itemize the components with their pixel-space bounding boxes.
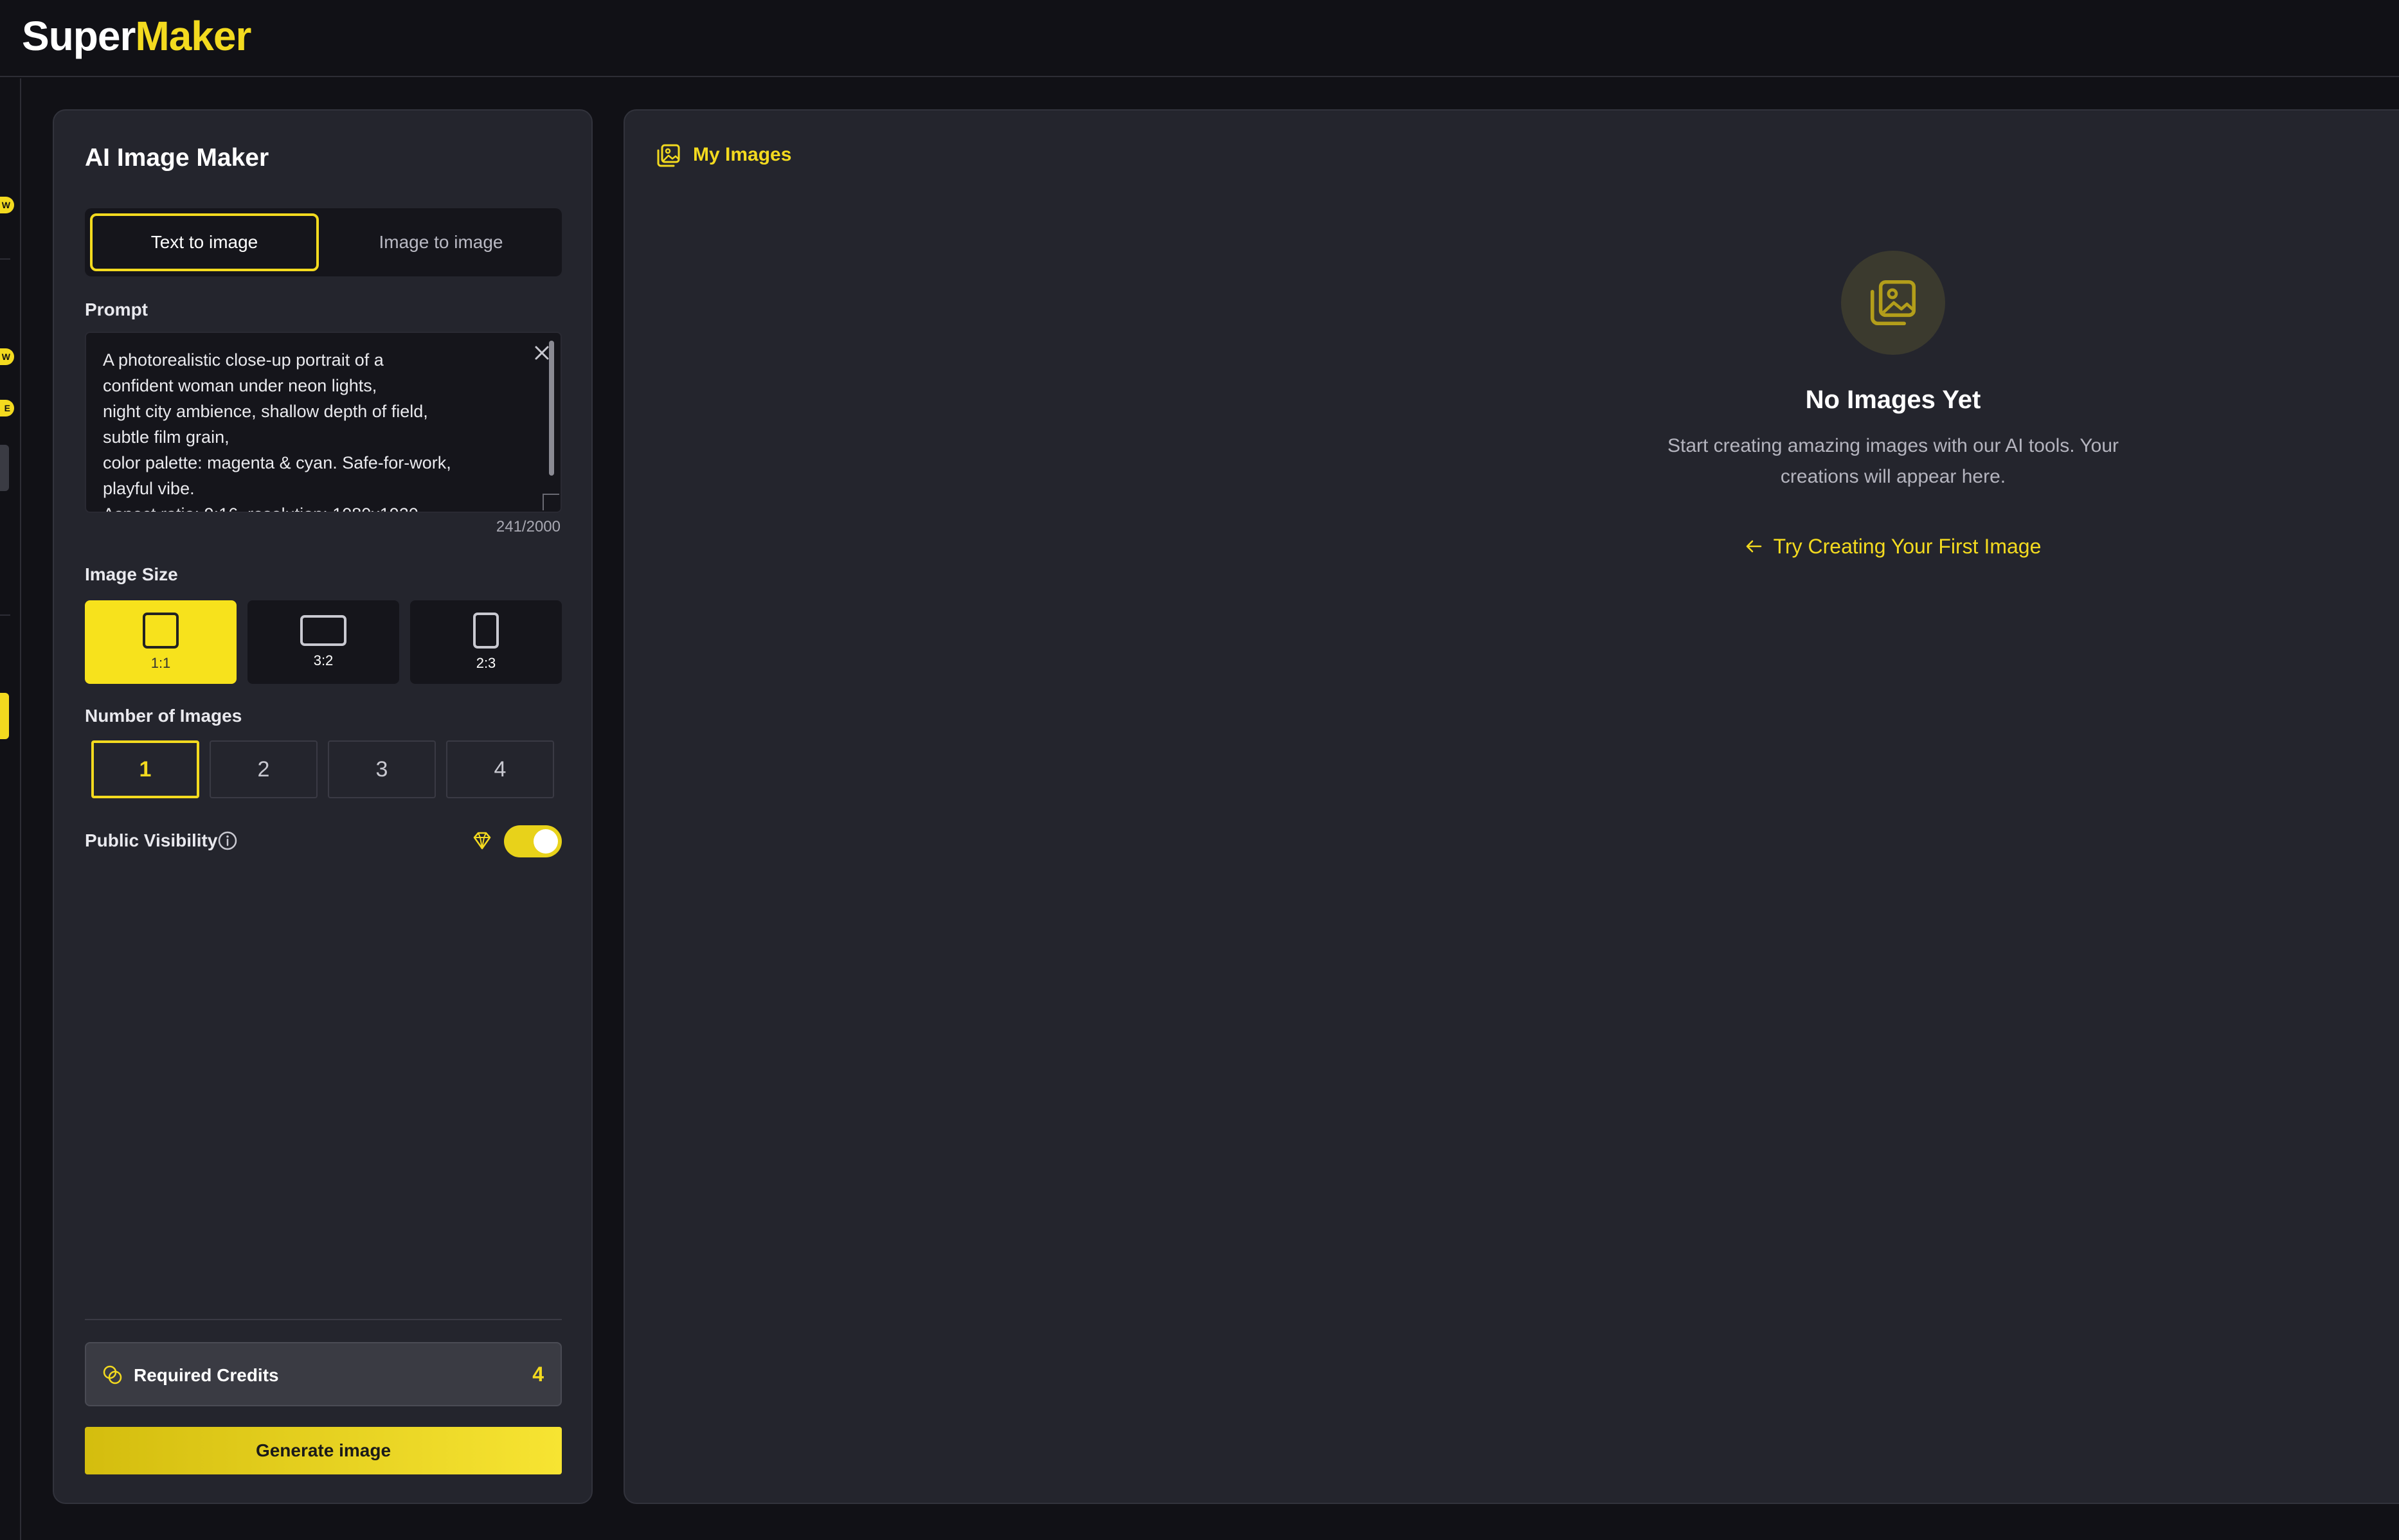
- top-bar: SuperMaker: [0, 0, 2399, 77]
- sidebar-divider: [0, 258, 10, 260]
- square-ratio-icon: [143, 613, 179, 649]
- size-option-label: 3:2: [313, 652, 334, 668]
- image-maker-panel: AI Image Maker Text to image Image to im…: [53, 109, 593, 1504]
- images-icon: [1870, 280, 1916, 326]
- empty-state-description-line: creations will appear here.: [1780, 466, 2006, 487]
- try-creating-label: Try Creating Your First Image: [1773, 535, 2042, 558]
- prompt-label: Prompt: [85, 300, 148, 319]
- sidebar-item[interactable]: [0, 445, 9, 491]
- sidebar-badge: E: [0, 400, 14, 416]
- required-credits: Required Credits 4: [85, 1342, 562, 1406]
- my-images-title: My Images: [693, 144, 792, 165]
- sidebar-new-badge: W: [0, 197, 14, 213]
- images-icon: [657, 144, 680, 167]
- public-visibility-toggle[interactable]: [504, 825, 562, 857]
- mode-tabs: Text to image Image to image: [85, 208, 562, 276]
- landscape-ratio-icon: [300, 615, 346, 646]
- number-of-images-options: 1 2 3 4: [91, 740, 555, 798]
- sidebar-item-active[interactable]: [0, 693, 9, 739]
- required-credits-label: Required Credits: [134, 1365, 279, 1385]
- image-size-options: 1:1 3:2 2:3: [85, 600, 562, 684]
- logo-text-super: Super: [22, 13, 136, 59]
- tab-image-to-image[interactable]: Image to image: [327, 213, 555, 271]
- number-of-images-label: Number of Images: [85, 706, 242, 726]
- tab-text-to-image[interactable]: Text to image: [90, 213, 319, 271]
- sidebar-divider: [0, 614, 10, 616]
- diamond-icon: [473, 832, 491, 850]
- image-size-label: Image Size: [85, 564, 178, 584]
- empty-state-badge: [1841, 251, 1945, 355]
- empty-state-description: Start creating amazing images with our A…: [1604, 431, 2182, 492]
- portrait-ratio-icon: [473, 613, 499, 649]
- prompt-input[interactable]: A photorealistic close-up portrait of a …: [85, 332, 562, 513]
- sidebar-collapsed: W W E: [0, 78, 21, 1540]
- resize-handle-icon[interactable]: [543, 494, 559, 510]
- size-option-1-1[interactable]: 1:1: [85, 600, 237, 684]
- arrow-left-icon: [1746, 540, 1761, 553]
- size-option-3-2[interactable]: 3:2: [247, 600, 399, 684]
- count-option-3[interactable]: 3: [328, 740, 436, 798]
- logo[interactable]: SuperMaker: [22, 10, 251, 62]
- sidebar-new-badge: W: [0, 348, 14, 365]
- info-icon[interactable]: [217, 830, 238, 851]
- size-option-2-3[interactable]: 2:3: [410, 600, 562, 684]
- generate-image-button[interactable]: Generate image: [85, 1427, 562, 1474]
- toggle-knob: [534, 829, 558, 854]
- size-option-label: 2:3: [476, 655, 496, 671]
- empty-state-description-line: Start creating amazing images with our A…: [1667, 435, 2119, 456]
- count-option-2[interactable]: 2: [210, 740, 318, 798]
- public-visibility-label: Public Visibility: [85, 830, 218, 850]
- empty-state-title: No Images Yet: [1805, 386, 1981, 414]
- size-option-label: 1:1: [150, 655, 171, 671]
- panel-title: AI Image Maker: [85, 144, 269, 172]
- try-creating-link[interactable]: Try Creating Your First Image: [1572, 535, 2215, 559]
- char-count: 241/2000: [496, 518, 561, 535]
- logo-text-maker: Maker: [135, 13, 251, 59]
- count-option-4[interactable]: 4: [446, 740, 554, 798]
- close-icon[interactable]: [532, 343, 552, 363]
- coins-icon: [103, 1365, 122, 1384]
- my-images-panel: My Images No Images Yet Start creating a…: [624, 109, 2399, 1504]
- prompt-text: A photorealistic close-up portrait of a …: [103, 350, 451, 512]
- divider: [85, 1319, 562, 1320]
- count-option-1[interactable]: 1: [91, 740, 199, 798]
- required-credits-value: 4: [532, 1363, 544, 1386]
